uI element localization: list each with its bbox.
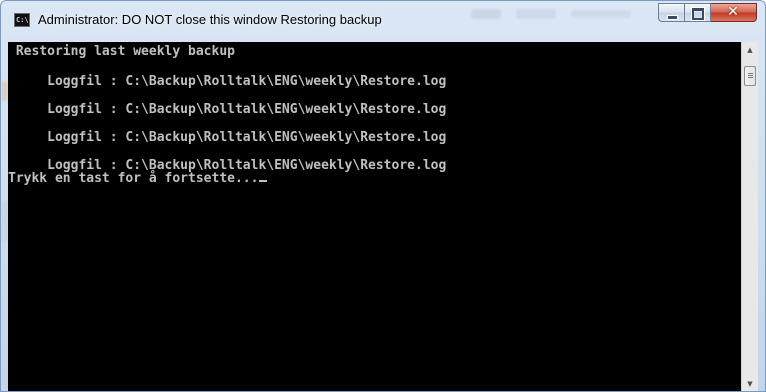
console-window: C:\ Administrator: DO NOT close this win… bbox=[0, 0, 766, 392]
close-button[interactable]: ✕ bbox=[711, 3, 757, 22]
console-line: Restoring last weekly backup bbox=[8, 44, 235, 59]
title-bar[interactable]: C:\ Administrator: DO NOT close this win… bbox=[1, 1, 765, 41]
console-line: Loggfil : C:\Backup\Rolltalk\ENG\weekly\… bbox=[8, 74, 447, 89]
glass-background bbox=[1, 81, 8, 101]
close-icon: ✕ bbox=[727, 4, 739, 20]
scroll-down-arrow-icon[interactable]: ▼ bbox=[742, 376, 758, 391]
minimize-button[interactable] bbox=[658, 3, 685, 22]
console-text[interactable]: Restoring last weekly backup Loggfil : C… bbox=[8, 42, 741, 391]
console-prompt-line: Trykk en tast for å fortsette... bbox=[8, 171, 268, 186]
minimize-icon bbox=[667, 15, 678, 20]
grip-line bbox=[748, 77, 753, 78]
console-prompt-text: Trykk en tast for å fortsette... bbox=[8, 171, 259, 186]
text-cursor bbox=[259, 180, 268, 182]
grip-line bbox=[748, 73, 753, 74]
console-output-area[interactable]: Restoring last weekly backup Loggfil : C… bbox=[8, 42, 758, 391]
glass-background bbox=[1, 201, 8, 241]
grip-line bbox=[748, 75, 753, 76]
maximize-icon bbox=[691, 7, 705, 21]
scroll-thumb[interactable] bbox=[744, 66, 756, 86]
console-app-icon[interactable]: C:\ bbox=[14, 13, 30, 27]
vertical-scrollbar[interactable]: ▲ ▼ bbox=[741, 42, 758, 391]
scroll-up-arrow-icon[interactable]: ▲ bbox=[742, 42, 758, 59]
maximize-button[interactable] bbox=[685, 3, 711, 22]
console-line: Loggfil : C:\Backup\Rolltalk\ENG\weekly\… bbox=[8, 130, 447, 145]
window-title: Administrator: DO NOT close this window … bbox=[38, 12, 382, 27]
console-line: Loggfil : C:\Backup\Rolltalk\ENG\weekly\… bbox=[8, 102, 447, 117]
app-icon-text: C:\ bbox=[16, 16, 29, 24]
